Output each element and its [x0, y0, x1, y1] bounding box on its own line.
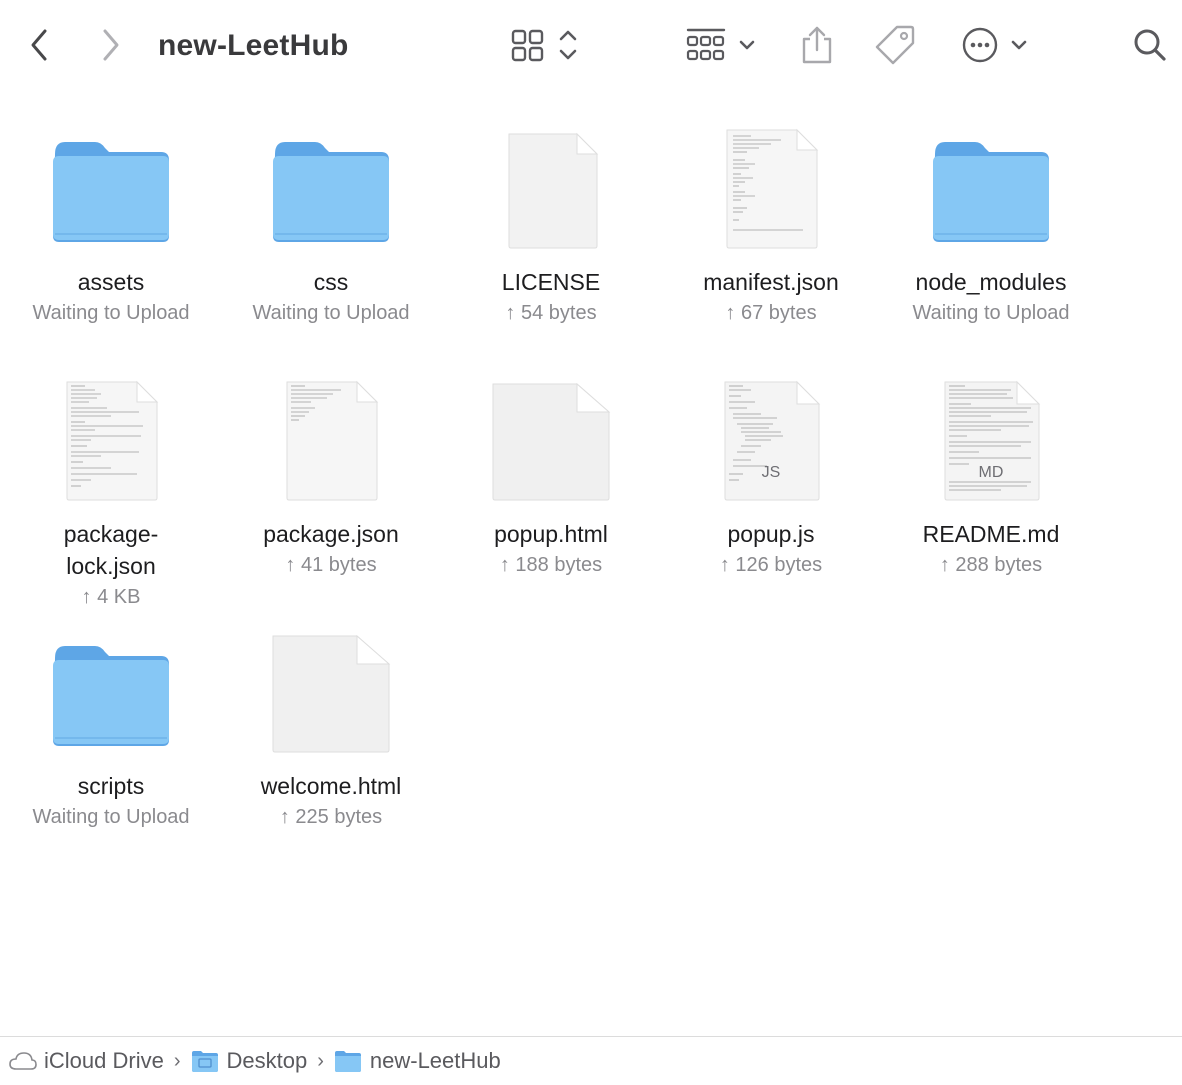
item-name: popup.html	[494, 521, 608, 547]
file-item-license[interactable]: LICENSE ↑ 54 bytes	[441, 120, 661, 330]
item-status: ↑ 188 bytes	[499, 554, 603, 576]
forward-button[interactable]	[94, 22, 128, 68]
item-name: LICENSE	[501, 269, 601, 295]
item-status: ↑ 225 bytes	[279, 806, 383, 828]
item-status: ↑ 54 bytes	[505, 302, 597, 324]
file-item-package-json[interactable]: package.json ↑ 41 bytes	[221, 372, 441, 582]
crumb-icloud-drive[interactable]: iCloud Drive	[8, 1048, 164, 1074]
more-actions-button[interactable]	[960, 22, 1034, 68]
search-button[interactable]	[1130, 22, 1170, 68]
item-name-line1: package-	[63, 521, 159, 547]
folder-icon	[51, 624, 171, 754]
md-badge: MD	[978, 464, 1004, 481]
group-icon	[686, 28, 755, 61]
crumb-label: Desktop	[226, 1048, 308, 1073]
tag-icon	[875, 25, 915, 65]
search-icon	[1134, 29, 1166, 61]
text-document-icon	[271, 372, 391, 502]
forward-icon	[103, 29, 119, 61]
tag-button[interactable]	[872, 22, 918, 68]
crumb-desktop[interactable]: Desktop	[191, 1048, 308, 1074]
crumb-new-leethub[interactable]: new-LeetHub	[334, 1048, 501, 1074]
back-icon	[31, 29, 47, 61]
item-name: package.json	[263, 521, 399, 547]
crumb-separator: ›	[173, 1049, 181, 1072]
document-icon	[271, 624, 391, 754]
share-icon	[802, 26, 832, 64]
item-status: ↑ 41 bytes	[285, 554, 377, 576]
folder-item-css[interactable]: css Waiting to Upload	[221, 120, 441, 330]
folder-item-scripts[interactable]: scripts Waiting to Upload	[1, 624, 221, 834]
item-status: Waiting to Upload	[32, 806, 190, 828]
more-icon	[962, 27, 1027, 63]
path-bar: iCloud Drive › Desktop › new-LeetHub	[0, 1036, 1182, 1085]
folder-icon	[931, 120, 1051, 250]
folder-item-node-modules[interactable]: node_modules Waiting to Upload	[881, 120, 1101, 330]
text-document-icon	[711, 120, 831, 250]
text-document-icon	[51, 372, 171, 502]
item-name: welcome.html	[260, 773, 402, 799]
file-item-manifest-json[interactable]: manifest.json ↑ 67 bytes	[661, 120, 881, 330]
item-name: popup.js	[727, 521, 815, 547]
folder-icon	[334, 1051, 361, 1072]
folder-item-assets[interactable]: assets Waiting to Upload	[1, 120, 221, 330]
js-document-icon: JS	[711, 372, 831, 502]
file-item-readme-md[interactable]: MD README.md ↑ 288 bytes	[881, 372, 1101, 582]
item-name: scripts	[77, 773, 145, 799]
document-icon	[491, 120, 611, 250]
share-button[interactable]	[798, 22, 836, 68]
back-button[interactable]	[22, 22, 56, 68]
file-item-package-lock-json[interactable]: package- lock.json ↑ 4 KB	[1, 372, 221, 612]
cloud-icon	[9, 1052, 37, 1070]
crumb-label: new-LeetHub	[369, 1048, 501, 1073]
item-status: Waiting to Upload	[252, 302, 410, 324]
item-status: ↑ 67 bytes	[725, 302, 817, 324]
item-status: ↑ 126 bytes	[719, 554, 823, 576]
view-mode-button[interactable]	[508, 22, 584, 68]
file-item-welcome-html[interactable]: welcome.html ↑ 225 bytes	[221, 624, 441, 834]
crumb-label: iCloud Drive	[44, 1048, 164, 1073]
folder-icon	[51, 120, 171, 250]
md-document-icon: MD	[931, 372, 1051, 502]
icon-view-icon	[511, 29, 577, 62]
item-name: README.md	[922, 521, 1060, 547]
toolbar: new-LeetHub	[0, 0, 1182, 92]
item-name: manifest.json	[703, 269, 839, 295]
item-status: Waiting to Upload	[32, 302, 190, 324]
folder-icon	[271, 120, 391, 250]
item-name: assets	[77, 269, 145, 295]
crumb-separator: ›	[317, 1049, 324, 1072]
item-status: ↑ 4 KB	[81, 586, 141, 608]
window-title: new-LeetHub	[158, 29, 349, 62]
group-button[interactable]	[684, 22, 760, 68]
item-name: node_modules	[915, 269, 1067, 295]
item-status: Waiting to Upload	[912, 302, 1070, 324]
item-name: css	[313, 269, 349, 295]
item-name-line2: lock.json	[66, 553, 156, 579]
desktop-folder-icon	[191, 1051, 218, 1072]
js-badge: JS	[761, 464, 781, 481]
document-icon	[491, 372, 611, 502]
file-item-popup-html[interactable]: popup.html ↑ 188 bytes	[441, 372, 661, 582]
item-status: ↑ 288 bytes	[939, 554, 1043, 576]
file-item-popup-js[interactable]: JS popup.js ↑ 126 bytes	[661, 372, 881, 582]
